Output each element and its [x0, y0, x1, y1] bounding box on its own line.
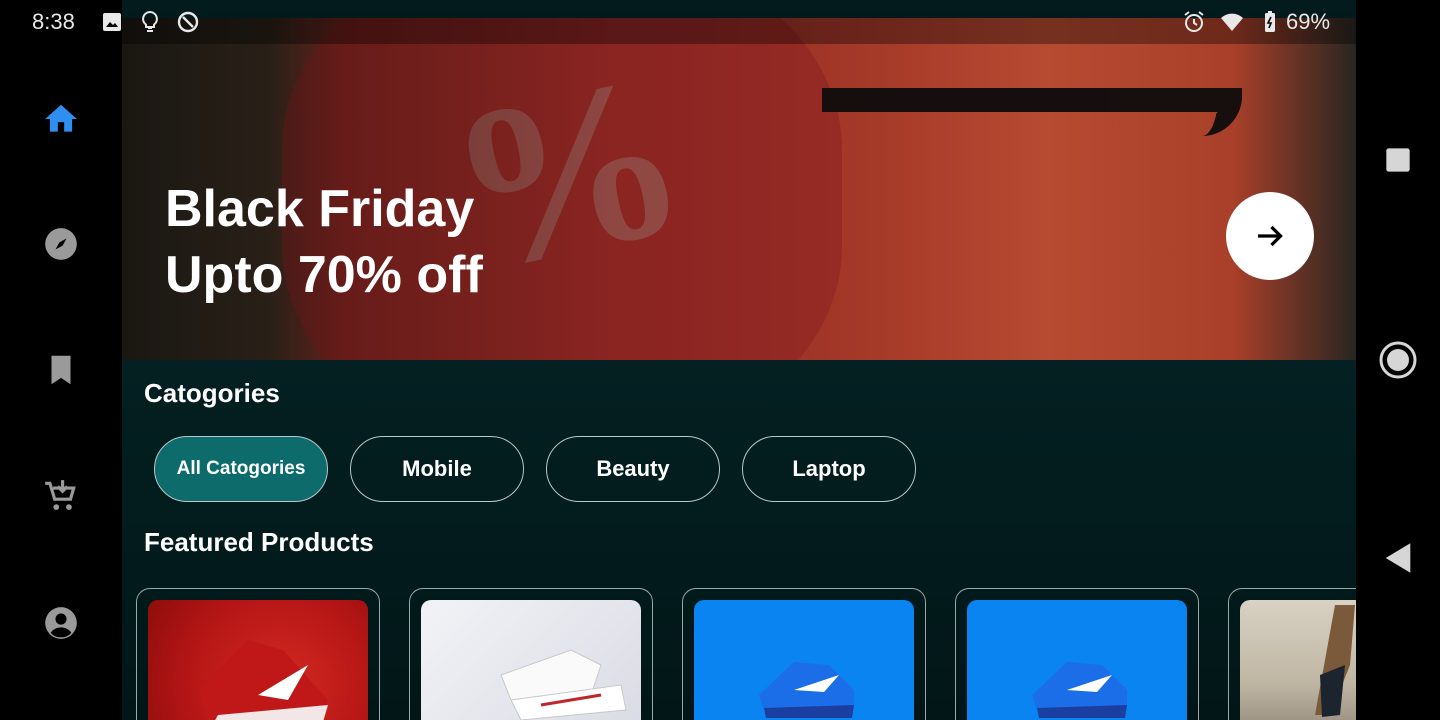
battery-icon [1265, 11, 1275, 32]
main-content: % Black Friday Upto 70% off Catogories A… [122, 0, 1356, 720]
product-image-red-sneaker [148, 600, 368, 720]
status-bar: 8:38 69% [0, 0, 1356, 44]
nav-home[interactable] [36, 94, 86, 144]
image-icon [103, 13, 121, 31]
status-time: 8:38 [32, 9, 75, 34]
home-button[interactable] [1378, 340, 1418, 380]
sneaker-image [1032, 662, 1127, 718]
alarm-icon [1184, 11, 1204, 32]
chip-laptop[interactable]: Laptop [742, 436, 916, 502]
chip-all-categories[interactable]: All Catogories [154, 436, 328, 502]
featured-products-list [136, 588, 1356, 720]
categories-title: Catogories [144, 378, 280, 408]
back-triangle-icon [1385, 543, 1411, 573]
promo-banner[interactable]: % Black Friday Upto 70% off [122, 18, 1356, 360]
product-card[interactable] [409, 588, 653, 720]
product-card[interactable] [136, 588, 380, 720]
banner-title-line1: Black Friday [165, 180, 475, 238]
product-card[interactable] [955, 588, 1199, 720]
sneaker-image [759, 662, 854, 718]
nav-profile[interactable] [36, 598, 86, 648]
back-button[interactable] [1378, 538, 1418, 578]
nav-saved[interactable] [36, 345, 86, 395]
nav-cart[interactable] [36, 471, 86, 521]
data-saver-icon [177, 11, 199, 33]
lightbulb-icon [142, 10, 158, 32]
navigation-rail [0, 0, 122, 720]
product-image-blue-sneaker [967, 600, 1187, 720]
product-image-high-heels [1240, 600, 1356, 720]
recents-square-icon [1386, 148, 1410, 172]
home-circle-icon [1379, 341, 1417, 379]
status-battery-level: 69% [1286, 9, 1331, 34]
arrow-right-icon [1258, 225, 1283, 247]
home-icon [45, 104, 77, 132]
sneaker-image [198, 640, 328, 720]
sneaker-image [500, 649, 627, 720]
chip-mobile[interactable]: Mobile [350, 436, 524, 502]
banner-arrow-button[interactable] [1226, 192, 1314, 280]
banner-title: Black Friday Upto 70% off [165, 176, 483, 308]
featured-products-title: Featured Products [144, 527, 374, 557]
product-image-blue-sneaker [694, 600, 914, 720]
product-image-white-sneakers [421, 600, 641, 720]
system-navigation-bar [1356, 0, 1440, 720]
compass-icon [45, 228, 77, 260]
heels-image [1315, 605, 1355, 717]
bookmark-icon [51, 355, 71, 385]
app-screen: % Black Friday Upto 70% off Catogories A… [0, 0, 1440, 720]
product-card[interactable] [1228, 588, 1356, 720]
banner-title-line2: Upto 70% off [165, 246, 483, 304]
chip-beauty[interactable]: Beauty [546, 436, 720, 502]
add-to-cart-icon [45, 480, 76, 510]
account-circle-icon [45, 607, 77, 639]
wifi-icon [1221, 13, 1243, 31]
status-bar-scrim [122, 0, 1356, 44]
nav-explore[interactable] [36, 219, 86, 269]
recents-button[interactable] [1378, 140, 1418, 180]
product-card[interactable] [682, 588, 926, 720]
